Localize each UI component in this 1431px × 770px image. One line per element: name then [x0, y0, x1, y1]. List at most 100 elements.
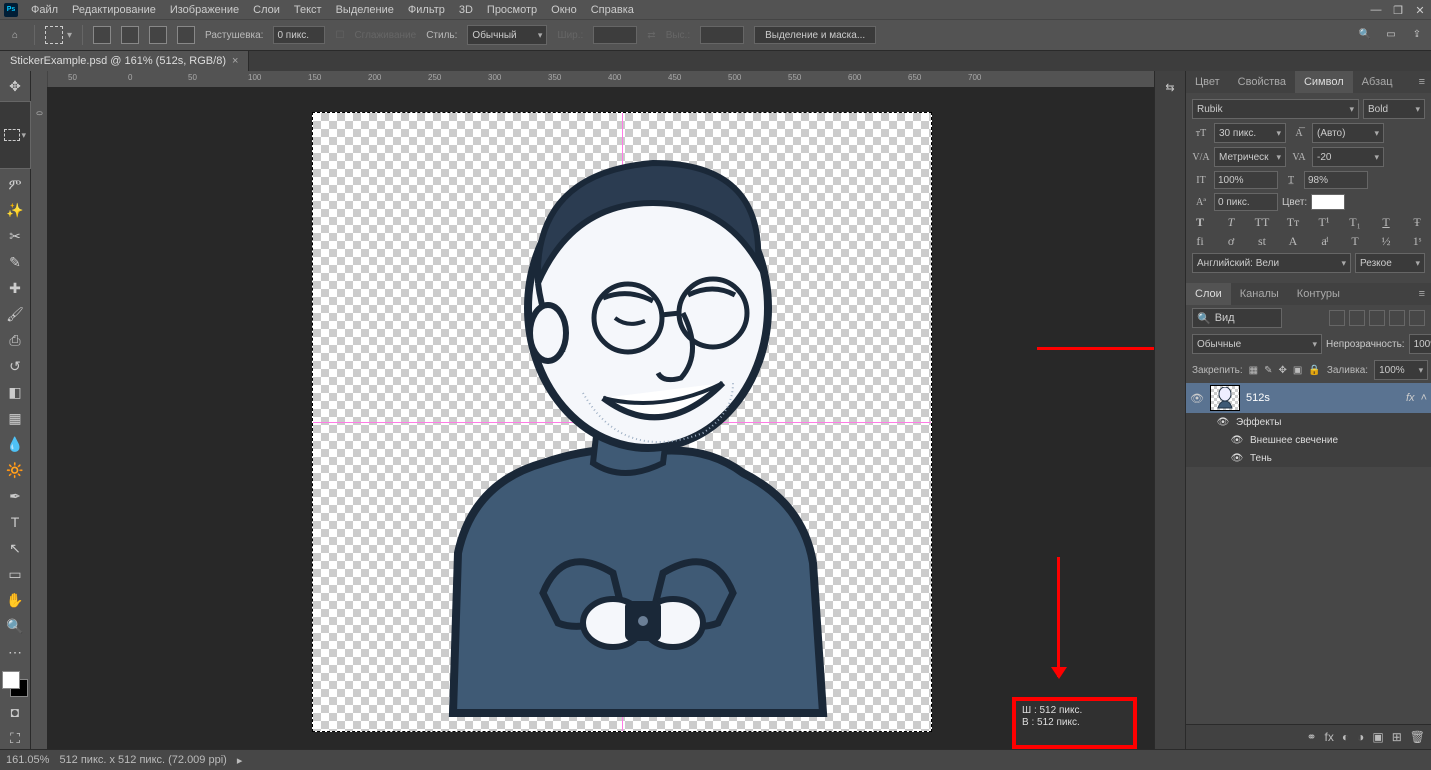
gradient-tool[interactable]: ▦ — [4, 407, 26, 429]
feather-input[interactable] — [273, 26, 325, 44]
brush-tool[interactable]: 🖌 — [4, 303, 26, 325]
antialias-select[interactable]: Резкое — [1355, 253, 1425, 273]
layer-name[interactable]: 512s — [1246, 392, 1400, 404]
more-tools[interactable]: ⋯ — [4, 641, 26, 663]
menu-window[interactable]: Окно — [544, 4, 584, 16]
status-flyout-icon[interactable]: ▸ — [237, 754, 243, 767]
menu-layers[interactable]: Слои — [246, 4, 287, 16]
selection-intersect-icon[interactable] — [177, 26, 195, 44]
home-icon[interactable]: ⌂ — [6, 26, 24, 44]
effect-drop-shadow[interactable]: 👁 Тень — [1186, 449, 1431, 467]
minimize-icon[interactable]: — — [1369, 3, 1383, 17]
screenmode-tool[interactable]: ⛶ — [4, 727, 26, 749]
dodge-tool[interactable]: 🔆 — [4, 459, 26, 481]
menu-image[interactable]: Изображение — [163, 4, 246, 16]
menu-filter[interactable]: Фильтр — [401, 4, 452, 16]
baseline-shift-input[interactable] — [1214, 193, 1278, 211]
filter-type-icon[interactable] — [1369, 310, 1385, 326]
blur-tool[interactable]: 💧 — [4, 433, 26, 455]
horizontal-guide[interactable] — [313, 422, 931, 423]
link-layers-icon[interactable]: ⚭ — [1306, 730, 1316, 744]
kerning-select[interactable]: Метрическ — [1214, 147, 1286, 167]
menu-file[interactable]: Файл — [24, 4, 65, 16]
vertical-scale-input[interactable] — [1214, 171, 1278, 189]
selection-add-icon[interactable] — [121, 26, 139, 44]
zoom-level[interactable]: 161.05% — [6, 754, 49, 766]
color-swatches[interactable] — [2, 671, 28, 697]
close-icon[interactable]: ✕ — [1413, 3, 1427, 17]
layer-fx-toggle-icon[interactable]: ˄ — [1421, 392, 1427, 404]
group-icon[interactable]: ▣ — [1372, 730, 1383, 744]
pen-tool[interactable]: ✒ — [4, 485, 26, 507]
move-tool[interactable]: ✥ — [4, 75, 26, 97]
layer-fx-icon[interactable]: fx — [1325, 730, 1334, 744]
style-select[interactable]: Обычный — [467, 25, 547, 45]
strikethrough-button[interactable]: Ŧ — [1409, 215, 1425, 230]
tracking-select[interactable]: -20 — [1312, 147, 1384, 167]
menu-view[interactable]: Просмотр — [480, 4, 544, 16]
blend-mode-select[interactable]: Обычные — [1192, 334, 1322, 354]
shadow-visibility-icon[interactable]: 👁 — [1230, 451, 1244, 465]
path-tool[interactable]: ↖ — [4, 537, 26, 559]
panel-toggle-icon[interactable]: ⇆ — [1160, 77, 1180, 97]
leading-select[interactable]: (Авто) — [1312, 123, 1384, 143]
tab-paragraph[interactable]: Абзац — [1353, 71, 1402, 93]
lock-paint-icon[interactable]: ✎ — [1264, 365, 1272, 376]
adjustment-layer-icon[interactable]: ◑ — [1357, 730, 1364, 744]
layer-mask-icon[interactable]: ◐ — [1342, 730, 1349, 744]
lock-all-icon[interactable]: 🔒 — [1308, 365, 1320, 376]
fill-input[interactable]: 100% — [1374, 360, 1428, 380]
magic-wand-tool[interactable]: ✨ — [4, 199, 26, 221]
tab-layers[interactable]: Слои — [1186, 283, 1231, 305]
filter-adjust-icon[interactable] — [1349, 310, 1365, 326]
filter-smart-icon[interactable] — [1409, 310, 1425, 326]
italic-button[interactable]: T — [1223, 215, 1239, 230]
lock-pixels-icon[interactable]: ▦ — [1249, 365, 1258, 376]
slashed-button[interactable]: 1ˢ — [1409, 234, 1425, 249]
history-brush-tool[interactable]: ↺ — [4, 355, 26, 377]
lock-position-icon[interactable]: ✥ — [1279, 365, 1287, 376]
panel-menu-icon[interactable]: ≡ — [1410, 71, 1431, 93]
opacity-input[interactable]: 100% — [1409, 334, 1431, 354]
font-family-select[interactable]: Rubik — [1192, 99, 1359, 119]
horizontal-ruler[interactable]: 50 0 50 100 150 200 250 300 350 400 450 … — [31, 71, 1154, 87]
tab-channels[interactable]: Каналы — [1231, 283, 1288, 305]
crop-tool[interactable]: ✂ — [4, 225, 26, 247]
tab-character[interactable]: Символ — [1295, 71, 1353, 93]
menu-select[interactable]: Выделение — [329, 4, 401, 16]
contextual-button[interactable]: ơ — [1223, 234, 1239, 249]
layers-panel-menu-icon[interactable]: ≡ — [1410, 283, 1431, 305]
document-size[interactable]: 512 пикс. x 512 пикс. (72.009 ppi) — [59, 754, 226, 766]
underline-button[interactable]: T — [1378, 215, 1394, 230]
effects-header[interactable]: 👁 Эффекты — [1186, 413, 1431, 431]
menu-edit[interactable]: Редактирование — [65, 4, 163, 16]
text-color-swatch[interactable] — [1311, 194, 1345, 210]
ligatures-button[interactable]: fi — [1192, 234, 1208, 249]
select-and-mask-button[interactable]: Выделение и маска... — [754, 26, 876, 44]
selection-new-icon[interactable] — [93, 26, 111, 44]
filter-shape-icon[interactable] — [1389, 310, 1405, 326]
search-icon[interactable]: 🔍 — [1357, 26, 1373, 42]
layer-row[interactable]: 👁 512s fx ˄ — [1186, 383, 1431, 413]
horizontal-scale-input[interactable] — [1304, 171, 1368, 189]
marquee-tool[interactable] — [0, 101, 31, 169]
language-select[interactable]: Английский: Вели — [1192, 253, 1351, 273]
marquee-tool-icon[interactable] — [45, 26, 63, 44]
swash-button[interactable]: st — [1254, 234, 1270, 249]
filter-kind-select[interactable]: 🔍 Вид — [1192, 308, 1282, 328]
type-tool[interactable]: T — [4, 511, 26, 533]
canvas-viewport[interactable]: Ш : 512 пикс. В : 512 пикс. — [47, 87, 1154, 749]
smallcaps-button[interactable]: Tᴛ — [1285, 215, 1301, 230]
document-tab[interactable]: StickerExample.psd @ 161% (512s, RGB/8) … — [0, 51, 249, 71]
layer-fx-badge[interactable]: fx — [1406, 392, 1415, 404]
delete-layer-icon[interactable]: 🗑 — [1410, 730, 1425, 744]
foreground-color-swatch[interactable] — [2, 671, 20, 689]
subscript-button[interactable]: T₁ — [1347, 215, 1363, 230]
shape-tool[interactable]: ▭ — [4, 563, 26, 585]
workspace-icon[interactable]: ▭ — [1383, 26, 1399, 42]
outerglow-visibility-icon[interactable]: 👁 — [1230, 433, 1244, 447]
share-icon[interactable]: ⇪ — [1409, 26, 1425, 42]
superscript-button[interactable]: T¹ — [1316, 215, 1332, 230]
clone-tool[interactable]: ⎙ — [4, 329, 26, 351]
font-weight-select[interactable]: Bold — [1363, 99, 1425, 119]
